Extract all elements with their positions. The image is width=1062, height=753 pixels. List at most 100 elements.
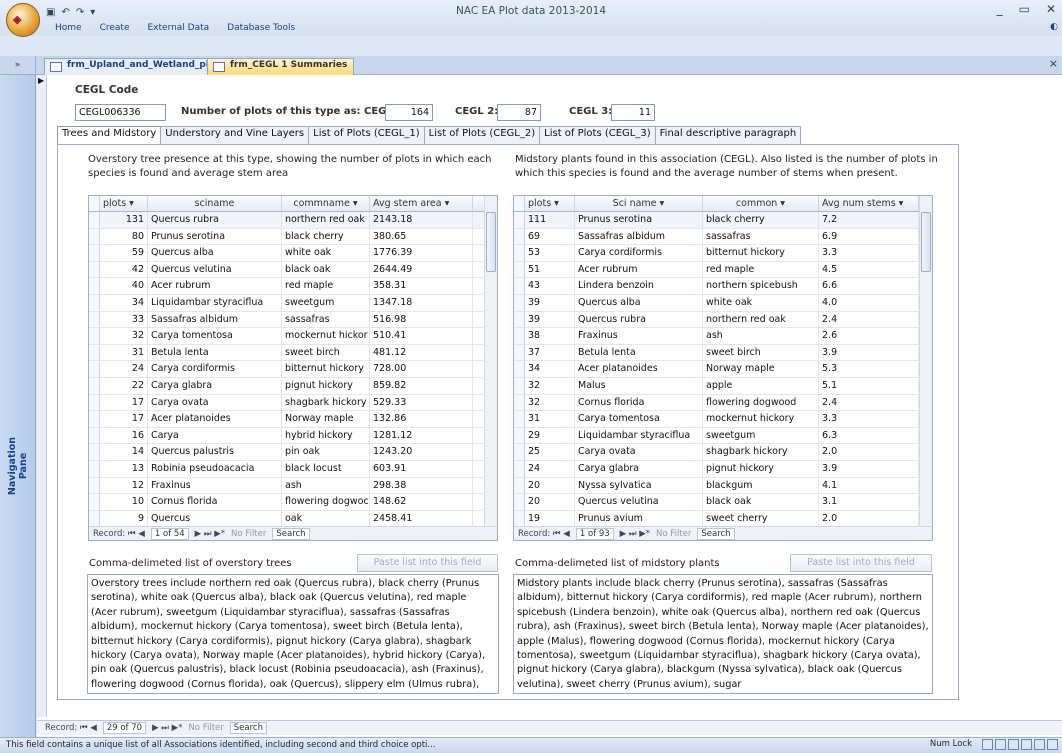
table-cell[interactable]: Fraxinus	[148, 477, 282, 494]
row-selector[interactable]	[89, 394, 100, 411]
table-cell[interactable]: ash	[703, 328, 819, 344]
table-cell[interactable]: Fraxinus	[575, 328, 703, 344]
table-cell[interactable]: 12	[100, 477, 148, 494]
table-row[interactable]: 39 Quercus alba white oak 4.0	[514, 294, 932, 312]
table-cell[interactable]: sassafras	[703, 228, 819, 245]
table-cell[interactable]: Sassafras albidum	[148, 311, 282, 328]
table-cell[interactable]: Carya glabra	[148, 377, 282, 394]
table-row[interactable]: 19 Prunus avium sweet cherry 2.0	[514, 510, 932, 528]
table-cell[interactable]: 2.0	[819, 510, 919, 527]
table-cell[interactable]: Malus	[575, 377, 703, 394]
table-cell[interactable]: Sassafras albidum	[575, 228, 703, 245]
table-row[interactable]: 40 Acer rubrum red maple 358.31	[89, 278, 497, 295]
table-row[interactable]: 69 Sassafras albidum sassafras 6.9	[514, 228, 932, 246]
table-row[interactable]: 20 Quercus velutina black oak 3.1	[514, 494, 932, 511]
record-nav-label[interactable]: Record: ⏮ ◀	[518, 529, 570, 539]
datasheet-view-icon[interactable]	[995, 739, 1006, 750]
table-row[interactable]: 17 Carya ovata shagbark hickory 529.33	[89, 394, 497, 412]
table-cell[interactable]: 20	[525, 477, 575, 494]
table-cell[interactable]: shagbark hickory	[703, 444, 819, 460]
table-cell[interactable]: Prunus serotina	[148, 228, 282, 245]
scroll-thumb[interactable]	[486, 212, 496, 272]
table-cell[interactable]: 1347.18	[370, 294, 473, 311]
table-cell[interactable]: black cherry	[703, 212, 819, 228]
table-cell[interactable]: Acer platanoides	[148, 411, 282, 427]
vertical-scrollbar[interactable]	[484, 196, 497, 526]
table-cell[interactable]: 3.9	[819, 460, 919, 477]
table-cell[interactable]: Quercus velutina	[575, 494, 703, 510]
table-cell[interactable]: Prunus avium	[575, 510, 703, 527]
table-cell[interactable]: pignut hickory	[703, 460, 819, 477]
table-cell[interactable]: 51	[525, 261, 575, 278]
table-cell[interactable]: 2.0	[819, 444, 919, 460]
table-row[interactable]: 22 Carya glabra pignut hickory 859.82	[89, 377, 497, 395]
table-cell[interactable]: 1243.20	[370, 444, 473, 460]
table-cell[interactable]: 6.3	[819, 427, 919, 444]
table-cell[interactable]: 2.6	[819, 328, 919, 344]
pivot-table-icon[interactable]	[1008, 739, 1019, 750]
tab-trees-midstory[interactable]: Trees and Midstory	[57, 126, 162, 145]
row-selector[interactable]	[514, 510, 525, 527]
row-selector[interactable]	[514, 294, 525, 311]
doc-tab-upland-wetland[interactable]: frm_Upland_and_Wetland_plots	[44, 58, 232, 75]
table-cell[interactable]: 4.5	[819, 261, 919, 278]
table-cell[interactable]: 1281.12	[370, 427, 473, 444]
layout-view-icon[interactable]	[1034, 739, 1045, 750]
ribbon-tab-create[interactable]: Create	[91, 21, 139, 36]
record-search-box[interactable]: Search	[697, 527, 735, 540]
row-selector[interactable]	[514, 311, 525, 328]
row-selector[interactable]	[514, 228, 525, 245]
row-selector[interactable]	[514, 278, 525, 294]
table-cell[interactable]: 132.86	[370, 411, 473, 427]
row-selector[interactable]	[89, 228, 100, 245]
no-filter-button[interactable]: No Filter	[231, 529, 266, 539]
table-cell[interactable]: sweetgum	[282, 294, 370, 311]
row-selector[interactable]	[514, 411, 525, 427]
table-cell[interactable]: Liquidambar styraciflua	[575, 427, 703, 444]
table-cell[interactable]: 516.98	[370, 311, 473, 328]
table-cell[interactable]: sweet birch	[282, 344, 370, 361]
row-selector[interactable]	[89, 477, 100, 494]
table-cell[interactable]: 34	[525, 361, 575, 377]
tab-plots-cegl1[interactable]: List of Plots (CEGL_1)	[308, 126, 425, 144]
table-row[interactable]: 80 Prunus serotina black cherry 380.65	[89, 228, 497, 246]
row-selector[interactable]	[514, 328, 525, 344]
record-selector[interactable]: ▶	[37, 75, 47, 717]
table-cell[interactable]: 3.9	[819, 344, 919, 361]
table-cell[interactable]: 10	[100, 494, 148, 510]
table-cell[interactable]: 4.1	[819, 477, 919, 494]
table-row[interactable]: 25 Carya ovata shagbark hickory 2.0	[514, 444, 932, 461]
row-selector[interactable]	[514, 444, 525, 460]
table-cell[interactable]: sweet birch	[703, 344, 819, 361]
table-cell[interactable]: 25	[525, 444, 575, 460]
table-cell[interactable]: sassafras	[282, 311, 370, 328]
table-cell[interactable]: Lindera benzoin	[575, 278, 703, 294]
row-selector[interactable]	[89, 494, 100, 510]
table-row[interactable]: 13 Robinia pseudoacacia black locust 603.91	[89, 460, 497, 478]
row-selector[interactable]	[89, 294, 100, 311]
record-nav-buttons[interactable]: ▶ ⏭ ▶*	[620, 529, 650, 539]
column-header-sciname[interactable]: sciname	[148, 196, 282, 211]
tab-final-paragraph[interactable]: Final descriptive paragraph	[654, 126, 802, 144]
table-cell[interactable]: 16	[100, 427, 148, 444]
table-row[interactable]: 51 Acer rubrum red maple 4.5	[514, 261, 932, 279]
table-cell[interactable]: northern red oak	[282, 212, 370, 228]
table-cell[interactable]: 22	[100, 377, 148, 394]
table-row[interactable]: 131 Quercus rubra northern red oak 2143.18	[89, 212, 497, 229]
table-row[interactable]: 9 Quercus oak 2458.41	[89, 510, 497, 528]
table-cell[interactable]: 510.41	[370, 328, 473, 344]
table-row[interactable]: 17 Acer platanoides Norway maple 132.86	[89, 411, 497, 428]
table-row[interactable]: 12 Fraxinus ash 298.38	[89, 477, 497, 495]
table-cell[interactable]: Quercus palustris	[148, 444, 282, 460]
minimize-button[interactable]: _	[997, 2, 1003, 16]
table-cell[interactable]: Quercus alba	[575, 294, 703, 311]
table-cell[interactable]: Carya	[148, 427, 282, 444]
table-row[interactable]: 43 Lindera benzoin northern spicebush 6.6	[514, 278, 932, 295]
table-cell[interactable]: 31	[100, 344, 148, 361]
row-selector[interactable]	[89, 510, 100, 527]
table-cell[interactable]: red maple	[703, 261, 819, 278]
select-all-corner[interactable]	[89, 196, 100, 211]
column-header-sci-name[interactable]: Sci name ▾	[575, 196, 703, 211]
table-cell[interactable]: Carya glabra	[575, 460, 703, 477]
table-cell[interactable]: Acer platanoides	[575, 361, 703, 377]
